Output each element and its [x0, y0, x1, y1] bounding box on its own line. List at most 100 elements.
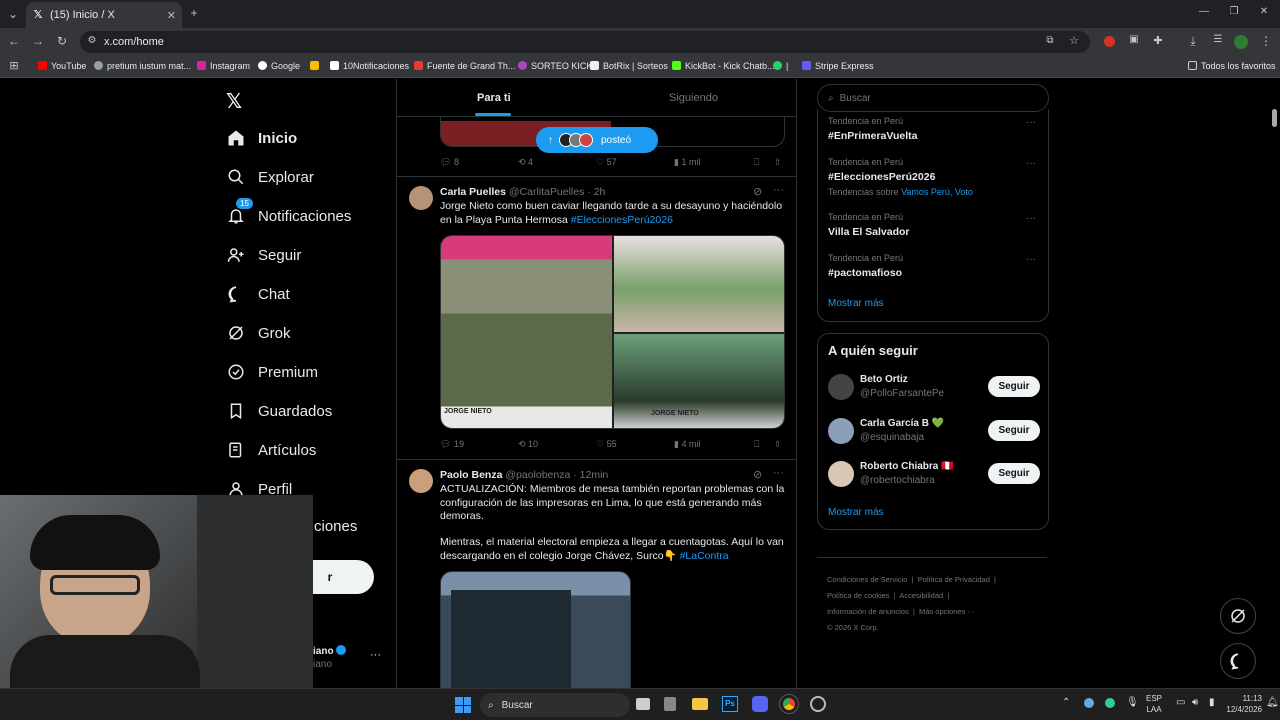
post-more-icon[interactable]: ···	[773, 184, 784, 196]
share-icon[interactable]: ⇧	[774, 157, 782, 168]
hashtag-link[interactable]: #LaContra	[680, 550, 729, 562]
trend-item[interactable]: Tendencia en Perú Villa El Salvador	[828, 212, 910, 238]
avatar[interactable]	[828, 418, 854, 444]
follow-item[interactable]: Carla García B 💚 @esquinabaja Seguir	[828, 416, 1040, 446]
views-button[interactable]: ▮ 4 mil	[674, 439, 700, 450]
grok-post-icon[interactable]: ⊘	[753, 468, 762, 481]
follow-name[interactable]: Beto Ortiz	[860, 374, 908, 385]
bookmark-botrix[interactable]: BotRix | Sorteos	[590, 61, 668, 71]
hashtag-link[interactable]: #EleccionesPerú2026	[571, 214, 673, 226]
tab-siguiendo[interactable]: Siguiendo	[669, 92, 718, 104]
chrome-icon[interactable]	[779, 694, 799, 714]
author-name[interactable]: Paolo Benza	[440, 469, 502, 481]
file-explorer-icon[interactable]	[692, 698, 708, 710]
x-logo-icon[interactable]: 𝕏	[226, 89, 242, 114]
window-close-icon[interactable]: ✕	[1256, 6, 1272, 17]
trend-more-icon[interactable]: ···	[1026, 213, 1036, 224]
post-paolo-benza[interactable]: Paolo Benza @paolobenza · 12min ⊘ ··· AC…	[397, 460, 796, 688]
extension-icon[interactable]: ▣	[1126, 34, 1142, 45]
follow-button[interactable]: Seguir	[988, 420, 1040, 441]
language-indicator[interactable]: ESP LAA	[1146, 693, 1162, 715]
network-icon[interactable]: ▭	[1176, 697, 1185, 708]
repost-button[interactable]: ⟲ 10	[518, 439, 538, 450]
app-icon[interactable]	[810, 696, 826, 712]
bookmark-10notificaciones[interactable]: 10Notificaciones	[330, 61, 409, 71]
task-view-icon[interactable]	[636, 698, 650, 710]
like-button[interactable]: ♡ 55	[596, 439, 617, 450]
post-time[interactable]: · 2h	[587, 186, 605, 198]
post-media[interactable]: JORGE NIETO JORGE NIETO	[440, 235, 785, 429]
new-tab-icon[interactable]: +	[186, 6, 202, 20]
follow-button[interactable]: Seguir	[988, 463, 1040, 484]
nav-seguir[interactable]: Seguir	[226, 245, 301, 265]
follow-item[interactable]: Roberto Chiabra 🇵🇪 @robertochiabra Segui…	[828, 459, 1040, 489]
new-posts-pill[interactable]: ↑ posteó	[536, 127, 658, 153]
avatar[interactable]	[828, 374, 854, 400]
nav-notificaciones[interactable]: 15 Notificaciones	[226, 198, 351, 226]
author-handle[interactable]: @CarlitaPuelles	[509, 186, 584, 198]
nav-explorar[interactable]: Explorar	[226, 167, 314, 187]
forward-icon[interactable]: →	[30, 34, 46, 48]
bookmark-google[interactable]: Google	[258, 61, 300, 71]
author-handle[interactable]: @paolobenza	[505, 469, 570, 481]
trend-more-icon[interactable]: ···	[1026, 158, 1036, 169]
views-button[interactable]: ▮ 1 mil	[674, 157, 700, 168]
tab-para-ti[interactable]: Para ti	[477, 92, 511, 104]
post-time[interactable]: · 12min	[573, 469, 608, 481]
bookmark-kickbot[interactable]: KickBot - Kick Chatb...	[672, 61, 775, 71]
clock[interactable]: 11:13 12/4/2026	[1212, 693, 1262, 715]
share-icon[interactable]: ⇧	[774, 439, 782, 450]
bookmark-stripe[interactable]: Stripe Express	[802, 61, 874, 71]
footer-link[interactable]: Condiciones de Servicio	[827, 575, 907, 584]
tray-chevron-icon[interactable]: ⌃	[1062, 697, 1070, 708]
browser-tab[interactable]: 𝕏 (15) Inicio / X ✕	[26, 2, 182, 28]
post-media[interactable]	[440, 571, 631, 688]
extension-red-icon[interactable]	[1104, 36, 1115, 47]
app-icon[interactable]	[664, 697, 676, 711]
bookmark-grand-theft[interactable]: Fuente de Grand Th...	[414, 61, 515, 71]
footer-link[interactable]: Más opciones ···	[919, 607, 975, 616]
bookmark-instagram[interactable]: Instagram	[197, 61, 250, 71]
address-bar[interactable]: ⚙ x.com/home ⧉ ☆	[80, 31, 1090, 53]
follow-name[interactable]: Carla García B 💚	[860, 418, 944, 429]
trend-item[interactable]: Tendencia en Perú #pactomafioso	[828, 253, 903, 279]
microphone-icon[interactable]: 🎙︎	[1126, 697, 1139, 708]
bookmark-sorteo-kick[interactable]: SORTEO KICK	[518, 61, 592, 71]
notification-bell-icon[interactable]: 🔔︎	[1266, 697, 1279, 708]
tray-icon[interactable]	[1105, 698, 1115, 708]
grok-post-icon[interactable]: ⊘	[753, 185, 762, 198]
trend-item[interactable]: Tendencia en Perú #EnPrimeraVuelta	[828, 116, 918, 142]
messages-float-button[interactable]	[1220, 643, 1256, 679]
bookmark-star-icon[interactable]: ☆	[1066, 34, 1082, 47]
post-carla-puelles[interactable]: Carla Puelles @CarlitaPuelles · 2h ⊘ ···…	[397, 177, 796, 460]
bookmark-pretium[interactable]: pretium iustum mat...	[94, 61, 191, 71]
author-name[interactable]: Carla Puelles	[440, 186, 506, 198]
taskbar-search[interactable]: ⌕ Buscar	[480, 693, 630, 717]
avatar[interactable]	[409, 186, 433, 210]
site-info-icon[interactable]: ⚙	[84, 35, 100, 46]
reply-button[interactable]: 💬︎ 8	[440, 157, 459, 168]
menu-kebab-icon[interactable]: ⋮	[1258, 34, 1274, 48]
follow-item[interactable]: Beto Ortiz @PolloFarsantePe Seguir	[828, 372, 1040, 402]
trend-more-icon[interactable]: ···	[1026, 117, 1036, 128]
nav-chat[interactable]: Chat	[226, 284, 290, 304]
photoshop-icon[interactable]: Ps	[722, 696, 738, 712]
nav-inicio[interactable]: Inicio	[226, 128, 297, 148]
follow-button[interactable]: Seguir	[988, 376, 1040, 397]
nav-premium[interactable]: Premium	[226, 362, 318, 382]
trend-item[interactable]: Tendencia en Perú #EleccionesPerú2026 Ten…	[828, 157, 973, 197]
back-icon[interactable]: ←	[6, 34, 22, 48]
nav-more-options[interactable]: ciones	[314, 518, 357, 535]
discord-icon[interactable]	[752, 696, 768, 712]
bookmark-colored[interactable]	[310, 61, 323, 71]
footer-link[interactable]: Accesibilidad	[899, 591, 943, 600]
volume-icon[interactable]: 🔊︎	[1192, 697, 1198, 708]
account-name[interactable]: iano	[313, 645, 347, 657]
account-more-icon[interactable]: ···	[370, 649, 381, 661]
apps-grid-icon[interactable]: ⊞	[6, 59, 22, 72]
install-app-icon[interactable]: ⧉	[1042, 35, 1058, 46]
profile-avatar[interactable]	[1234, 35, 1248, 49]
bookmark-post-icon[interactable]: ⎕	[754, 439, 759, 450]
repost-button[interactable]: ⟲ 4	[518, 157, 533, 168]
footer-link[interactable]: Política de cookies	[827, 591, 890, 600]
